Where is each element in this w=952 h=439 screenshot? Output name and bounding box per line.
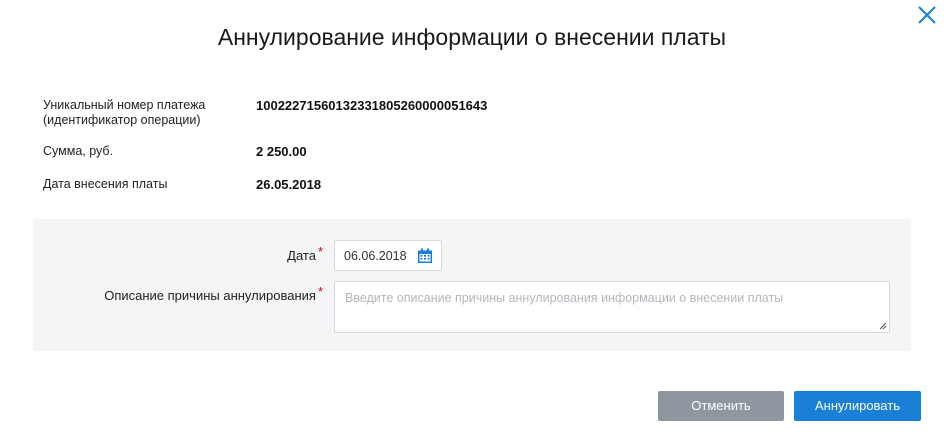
resize-handle-icon[interactable] <box>879 322 887 330</box>
date-input-value: 06.06.2018 <box>344 249 407 263</box>
amount-label: Сумма, руб. <box>43 144 114 158</box>
payment-date-row: Дата внесения платы 26.05.2018 <box>43 177 321 192</box>
reason-textarea[interactable]: Введите описание причины аннулирования и… <box>334 281 890 333</box>
cancel-button[interactable]: Отменить <box>658 391 784 421</box>
date-label-text: Дата <box>287 248 316 263</box>
payment-date-value: 26.05.2018 <box>256 177 322 192</box>
amount-value: 2 250.00 <box>256 144 307 159</box>
amount-row: Сумма, руб. 2 250.00 <box>43 144 307 159</box>
required-mark: * <box>317 244 323 259</box>
dialog-title: Аннулирование информации о внесении плат… <box>217 24 727 50</box>
annulment-form: Дата * 06.06.2018 Описание причины аннули… <box>33 219 911 351</box>
annul-button[interactable]: Аннулировать <box>794 391 921 421</box>
reason-field-label: Описание причины аннулирования * <box>104 284 323 303</box>
close-icon <box>918 6 936 24</box>
date-field-label: Дата * <box>287 244 323 263</box>
payment-id-label: Уникальный номер платежа (идентификатор … <box>43 98 206 127</box>
reason-label-text: Описание причины аннулирования <box>104 288 316 303</box>
close-button[interactable] <box>916 4 938 26</box>
required-mark: * <box>317 284 323 299</box>
payment-date-label: Дата внесения платы <box>43 177 168 191</box>
calendar-icon[interactable] <box>417 248 433 264</box>
annulment-dialog: Аннулирование информации о внесении плат… <box>0 0 952 439</box>
date-input[interactable]: 06.06.2018 <box>334 240 442 271</box>
payment-id-row: Уникальный номер платежа (идентификатор … <box>43 98 487 128</box>
payment-id-value: 10022271560132331805260000051643 <box>256 98 488 113</box>
reason-placeholder: Введите описание причины аннулирования и… <box>345 291 784 305</box>
